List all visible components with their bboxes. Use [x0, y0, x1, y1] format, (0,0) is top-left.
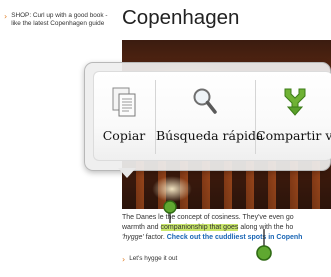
sidebar-shop-link[interactable]: › SHOP: Curl up with a good book - like … — [4, 12, 110, 29]
copy-button[interactable]: Copiar — [94, 72, 154, 162]
quick-action-popup: Copiar Búsqueda rápida Compartir vía — [84, 62, 331, 171]
article-paragraph: The Danes le the concept of cosiness. Th… — [122, 213, 331, 243]
quick-search-label: Búsqueda rápida — [156, 128, 264, 143]
share-icon — [282, 86, 310, 123]
quick-search-button[interactable]: Búsqueda rápida — [156, 72, 264, 162]
sidebar-shop-text: SHOP: Curl up with a good book - like th… — [11, 12, 108, 28]
magnifier-icon — [192, 86, 218, 123]
copy-label: Copiar — [102, 128, 146, 143]
lets-hygge-text: Let's hygge it out — [129, 255, 178, 263]
share-via-label: Compartir vía — [256, 128, 331, 143]
lets-hygge-link[interactable]: › Let's hygge it out — [122, 255, 177, 264]
quick-action-bar: Copiar Búsqueda rápida Compartir vía — [93, 71, 331, 161]
share-via-button[interactable]: Compartir vía — [256, 72, 331, 162]
paragraph-line-1: The Danes le the concept of cosiness. Th… — [122, 214, 294, 221]
cuddliest-spots-link[interactable]: Check out the cuddliest spots in Copenh — [167, 234, 303, 241]
arrow-right-icon: › — [122, 255, 126, 264]
sidebar: › SHOP: Curl up with a good book - like … — [4, 12, 110, 29]
arrow-right-icon: › — [4, 12, 8, 21]
selection-start-handle[interactable] — [163, 200, 177, 229]
selection-end-handle[interactable] — [255, 227, 273, 266]
page-title: Copenhagen — [122, 6, 240, 29]
copy-icon — [111, 86, 137, 123]
paragraph-line-2: warmth and companionship that goes along… — [122, 224, 294, 231]
popup-pointer — [118, 168, 136, 178]
paragraph-line-3: 'hygge' factor. Check out the cuddliest … — [122, 234, 303, 241]
